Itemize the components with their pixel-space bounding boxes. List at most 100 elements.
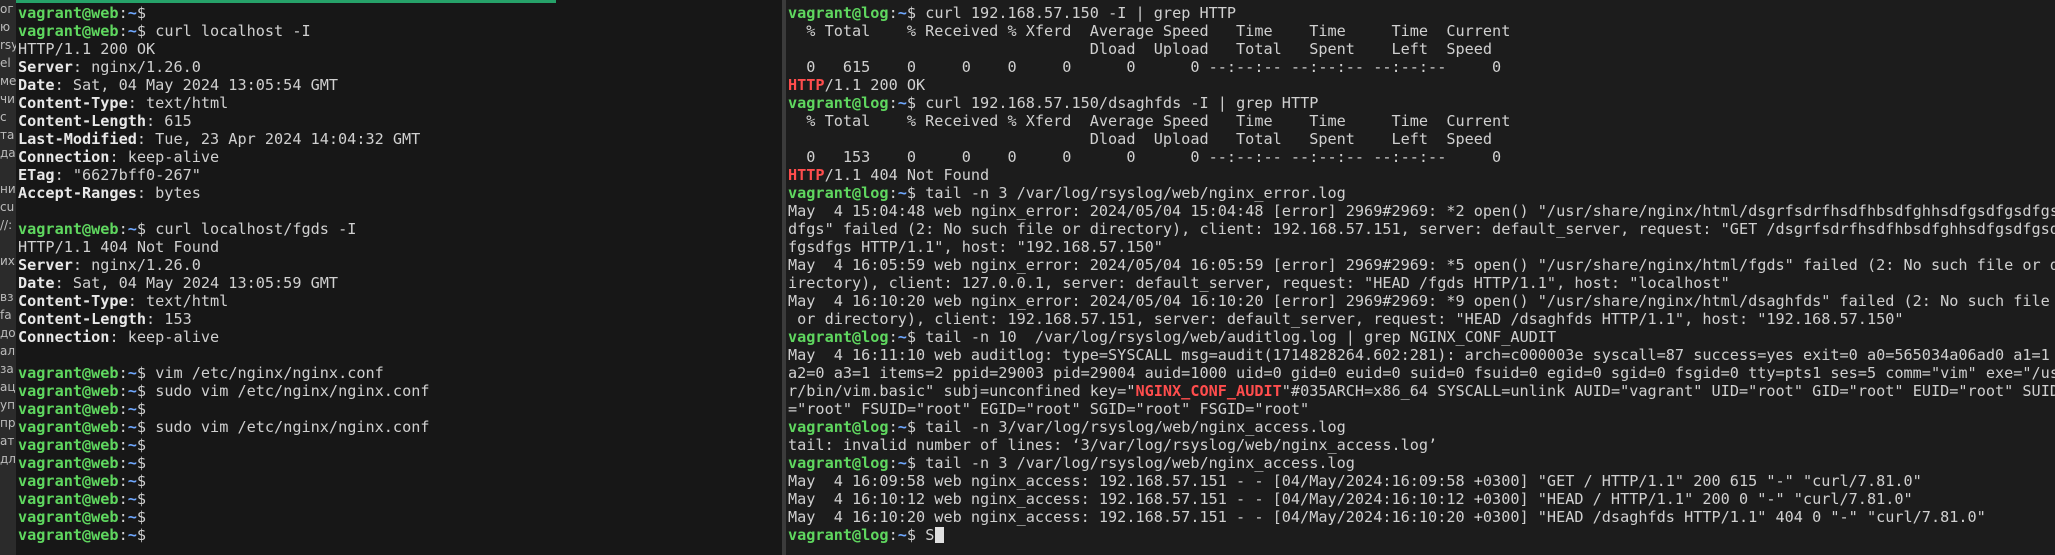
line-text: Date: [18, 274, 55, 292]
terminal-line: ="root" FSUID="root" EGID="root" SGID="r…: [788, 400, 2055, 418]
line-text: : bytes: [136, 184, 201, 202]
line-text: $ curl localhost -I: [136, 22, 311, 40]
prompt-user-host: vagrant@web: [18, 490, 119, 508]
line-text: :: [118, 364, 128, 382]
line-text: May 4 15:04:48 web nginx_error: 2024/05/…: [788, 202, 2055, 220]
line-text: $: [136, 526, 147, 544]
terminal-pane-log[interactable]: vagrant@log:~$ curl 192.168.57.150 -I | …: [786, 0, 2055, 555]
grep-match: HTTP: [788, 76, 825, 94]
terminal-line: vagrant@web:~$: [18, 526, 430, 544]
line-text: : keep-alive: [109, 148, 220, 166]
terminal-line: vagrant@web:~$ sudo vim /etc/nginx/nginx…: [18, 382, 430, 400]
terminal-line: vagrant@web:~$: [18, 4, 430, 22]
strip-fragment: уп: [0, 398, 15, 412]
line-text: $: [136, 472, 147, 490]
terminal-output-web: vagrant@web:~$ vagrant@web:~$ curl localh…: [18, 4, 430, 544]
line-text: Content-Type: [18, 94, 128, 112]
terminal-line: vagrant@log:~$ S: [788, 526, 2055, 544]
line-text: $ tail -n 3 /var/log/rsyslog/web/nginx_a…: [906, 454, 1355, 472]
terminal-line: May 4 15:04:48 web nginx_error: 2024/05/…: [788, 202, 2055, 220]
strip-fragment: el: [0, 56, 11, 70]
line-text: $ tail -n 3 /var/log/rsyslog/web/nginx_e…: [906, 184, 1346, 202]
terminal-line: % Total % Received % Xferd Average Speed…: [788, 112, 2055, 130]
line-text: : text/html: [127, 292, 229, 310]
line-text: $ tail -n 10 /var/log/rsyslog/web/auditl…: [906, 328, 1557, 346]
terminal-line: vagrant@log:~$ curl 192.168.57.150 -I | …: [788, 4, 2055, 22]
prompt-path: ~: [127, 22, 137, 40]
line-text: $ curl localhost/fgds -I: [136, 220, 357, 238]
terminal-line: Dload Upload Total Spent Left Speed: [788, 130, 2055, 148]
line-text: $ sudo vim /etc/nginx/nginx.conf: [136, 418, 430, 436]
line-text: : keep-alive: [109, 328, 220, 346]
prompt-user-host: vagrant@log: [788, 418, 889, 436]
terminal-line: May 4 16:05:59 web nginx_error: 2024/05/…: [788, 256, 2055, 274]
strip-fragment: та: [0, 128, 15, 142]
terminal-line: Connection: keep-alive: [18, 148, 430, 166]
line-text: :: [118, 436, 128, 454]
terminal-line: HTTP/1.1 404 Not Found: [18, 238, 430, 256]
line-text: r/bin/vim.basic" subj=unconfined key=": [788, 382, 1136, 400]
terminal-line: Content-Type: text/html: [18, 292, 430, 310]
line-text: $ curl 192.168.57.150/dsaghfds -I | grep…: [906, 94, 1319, 112]
line-text: $ curl 192.168.57.150 -I | grep HTTP: [906, 4, 1237, 22]
terminal-line: vagrant@web:~$: [18, 436, 430, 454]
terminal-line: vagrant@log:~$ tail -n 3 /var/log/rsyslo…: [788, 184, 2055, 202]
terminal-pane-web[interactable]: vagrant@web:~$ vagrant@web:~$ curl localh…: [16, 0, 782, 555]
line-text: May 4 16:10:20 web nginx_error: 2024/05/…: [788, 292, 2050, 310]
line-text: May 4 16:10:12 web nginx_access: 192.168…: [788, 490, 1913, 508]
strip-fragment: дл: [0, 452, 16, 466]
line-text: Connection: [18, 328, 110, 346]
line-text: irectory), client: 127.0.0.1, server: de…: [788, 274, 1730, 292]
strip-fragment: чи: [0, 92, 15, 106]
terminal-line: May 4 16:09:58 web nginx_access: 192.168…: [788, 472, 2055, 490]
line-text: : Sat, 04 May 2024 13:05:54 GMT: [54, 76, 339, 94]
strip-fragment: //:: [0, 218, 13, 232]
strip-fragment: ме: [0, 74, 16, 88]
prompt-user-host: vagrant@log: [788, 454, 889, 472]
strip-fragment: [0, 234, 16, 252]
line-text: Content-Type: [18, 292, 128, 310]
line-text: Date: [18, 76, 55, 94]
line-text: $: [136, 4, 147, 22]
line-text: :: [118, 400, 128, 418]
terminal-line: May 4 16:10:20 web nginx_error: 2024/05/…: [788, 292, 2055, 310]
line-text: : nginx/1.26.0: [72, 58, 201, 76]
terminal-line: % Total % Received % Xferd Average Speed…: [788, 22, 2055, 40]
terminal-line: vagrant@web:~$ curl localhost -I: [18, 22, 430, 40]
strip-fragment: [0, 162, 16, 180]
terminal-line: vagrant@web:~$ vim /etc/nginx/nginx.conf: [18, 364, 430, 382]
line-text: 0 615 0 0 0 0 0 0 --:--:-- --:--:-- --:-…: [788, 58, 1502, 76]
line-text: Dload Upload Total Spent Left Speed: [788, 130, 1493, 148]
terminal-line: vagrant@web:~$ curl localhost/fgds -I: [18, 220, 430, 238]
prompt-user-host: vagrant@web: [18, 472, 119, 490]
terminal-line: vagrant@web:~$: [18, 508, 430, 526]
terminal-line: Date: Sat, 04 May 2024 13:05:54 GMT: [18, 76, 430, 94]
terminal-line: a2=0 a3=1 items=2 ppid=29003 pid=29004 a…: [788, 364, 2055, 382]
strip-fragment: пр: [0, 416, 16, 430]
line-text: $ S: [906, 526, 935, 544]
terminal-line: vagrant@web:~$: [18, 454, 430, 472]
prompt-path: ~: [127, 490, 137, 508]
prompt-user-host: vagrant@log: [788, 184, 889, 202]
terminal-line: 0 153 0 0 0 0 0 0 --:--:-- --:--:-- --:-…: [788, 148, 2055, 166]
prompt-user-host: vagrant@web: [18, 526, 119, 544]
terminal-line: HTTP/1.1 404 Not Found: [788, 166, 2055, 184]
terminal-line: vagrant@log:~$ tail -n 3 /var/log/rsyslo…: [788, 454, 2055, 472]
prompt-user-host: vagrant@web: [18, 400, 119, 418]
terminal-line: ETag: "6627bff0-267": [18, 166, 430, 184]
terminal-line: Server: nginx/1.26.0: [18, 58, 430, 76]
line-text: : Sat, 04 May 2024 13:05:59 GMT: [54, 274, 339, 292]
line-text: "#035ARCH=x86_64 SYSCALL=unlink AUID="va…: [1281, 382, 2055, 400]
prompt-path: ~: [897, 526, 907, 544]
prompt-path: ~: [127, 508, 137, 526]
prompt-user-host: vagrant@web: [18, 220, 119, 238]
terminal-line: HTTP/1.1 200 OK: [18, 40, 430, 58]
prompt-user-host: vagrant@web: [18, 22, 119, 40]
line-text: May 4 16:11:10 web auditlog: type=SYSCAL…: [788, 346, 2050, 364]
line-text: HTTP/1.1 404 Not Found: [18, 238, 220, 256]
terminal-line: dfgs" failed (2: No such file or directo…: [788, 220, 2055, 238]
prompt-path: ~: [127, 526, 137, 544]
prompt-user-host: vagrant@web: [18, 364, 119, 382]
prompt-user-host: vagrant@log: [788, 4, 889, 22]
line-text: $: [136, 400, 147, 418]
